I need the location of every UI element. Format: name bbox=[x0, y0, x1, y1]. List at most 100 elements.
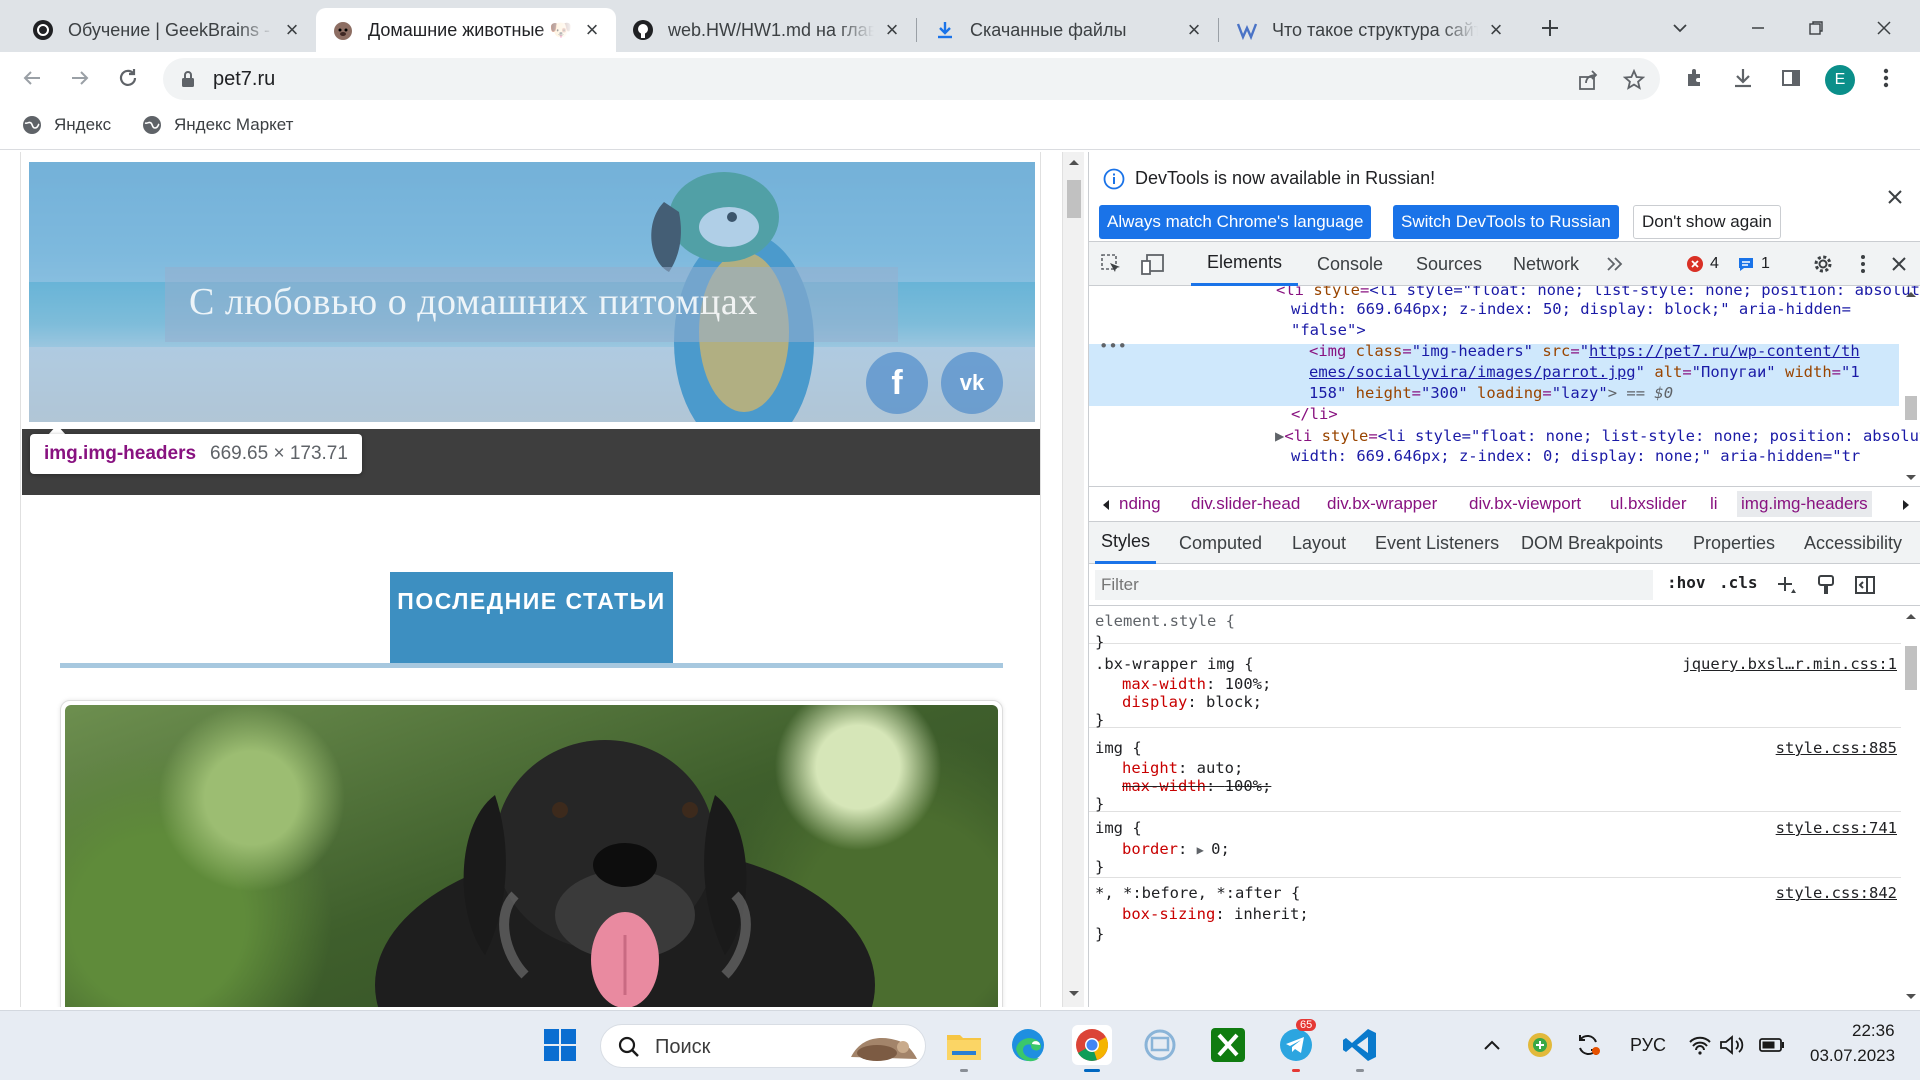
rule-selector[interactable]: element.style { bbox=[1095, 610, 1235, 632]
xbox-icon[interactable] bbox=[1208, 1025, 1248, 1065]
dont-show-again-button[interactable]: Don't show again bbox=[1633, 205, 1781, 239]
clock-time[interactable]: 22:36 bbox=[1852, 1021, 1895, 1041]
breadcrumb-item[interactable]: nding bbox=[1119, 494, 1161, 514]
tray-sync-icon[interactable] bbox=[1568, 1025, 1608, 1065]
subtab-properties[interactable]: Properties bbox=[1693, 522, 1775, 564]
device-toggle-icon[interactable] bbox=[1141, 252, 1165, 276]
restore-button[interactable] bbox=[1796, 8, 1836, 48]
elements-scrollbar[interactable] bbox=[1901, 286, 1920, 486]
tab-github[interactable]: web.HW/HW1.md на глав × bbox=[616, 8, 916, 52]
close-devtools-icon[interactable] bbox=[1887, 252, 1911, 276]
edge-browser-icon[interactable] bbox=[1008, 1025, 1048, 1065]
window-close-button[interactable] bbox=[1864, 8, 1904, 48]
color-format-icon[interactable] bbox=[1814, 573, 1838, 597]
scrollbar-thumb[interactable] bbox=[1905, 646, 1917, 690]
file-explorer-icon[interactable] bbox=[944, 1025, 984, 1065]
taskbar-search[interactable]: Поиск bbox=[600, 1024, 926, 1068]
volume-icon[interactable] bbox=[1712, 1025, 1752, 1065]
styles-scrollbar[interactable] bbox=[1901, 606, 1920, 1007]
subtab-styles[interactable]: Styles bbox=[1095, 522, 1157, 564]
style-rule[interactable]: *, *:before, *:after { style.css:842 box… bbox=[1089, 878, 1901, 958]
breadcrumb-item[interactable]: ul.bxslider bbox=[1610, 494, 1687, 514]
dom-line[interactable]: "false"> bbox=[1291, 320, 1366, 341]
inspect-element-icon[interactable] bbox=[1099, 252, 1123, 276]
share-icon[interactable] bbox=[1575, 67, 1601, 93]
rule-source-link[interactable]: style.css:741 bbox=[1776, 817, 1897, 839]
settings-gear-icon[interactable] bbox=[1811, 252, 1835, 276]
rule-selector[interactable]: .bx-wrapper img { bbox=[1095, 653, 1254, 675]
reload-button[interactable] bbox=[108, 58, 148, 98]
css-property-overridden[interactable]: max-width: 100%; bbox=[1122, 775, 1271, 797]
css-property[interactable]: box-sizing: inherit; bbox=[1122, 903, 1309, 925]
breadcrumb-item[interactable]: div.bx-viewport bbox=[1469, 494, 1581, 514]
chrome-browser-icon[interactable] bbox=[1072, 1025, 1112, 1065]
side-panel-button[interactable] bbox=[1773, 60, 1809, 96]
downloads-button[interactable] bbox=[1725, 60, 1761, 96]
close-icon[interactable]: × bbox=[882, 17, 902, 42]
bookmark-star-icon[interactable] bbox=[1621, 67, 1647, 93]
scroll-up-icon[interactable] bbox=[1905, 612, 1917, 620]
elements-dom-tree[interactable]: <li style=<li style="float: none; list-s… bbox=[1089, 286, 1920, 486]
css-property[interactable]: border: ▶ 0; bbox=[1122, 838, 1230, 861]
messages-badge[interactable]: 1 bbox=[1737, 252, 1770, 276]
scroll-up-icon[interactable] bbox=[1068, 158, 1080, 166]
rule-source-link[interactable]: style.css:885 bbox=[1776, 737, 1897, 759]
profile-avatar[interactable]: E bbox=[1825, 65, 1855, 95]
style-rule[interactable]: img { style.css:885 height: auto; max-wi… bbox=[1089, 728, 1901, 813]
scrollbar-thumb[interactable] bbox=[1905, 396, 1917, 420]
breadcrumb-item-selected[interactable]: img.img-headers bbox=[1737, 491, 1872, 517]
bookmark-yandex[interactable]: Яндекс bbox=[22, 115, 111, 135]
class-toggle[interactable]: .cls bbox=[1719, 573, 1758, 592]
dom-line[interactable]: </li> bbox=[1291, 404, 1338, 425]
subtab-event-listeners[interactable]: Event Listeners bbox=[1375, 522, 1499, 564]
breadcrumb-item[interactable]: li bbox=[1710, 494, 1718, 514]
rule-selector[interactable]: *, *:before, *:after { bbox=[1095, 882, 1300, 904]
scroll-down-icon[interactable] bbox=[1905, 993, 1917, 1001]
tab-network[interactable]: Network bbox=[1513, 242, 1579, 286]
breadcrumb-item[interactable]: div.slider-head bbox=[1191, 494, 1300, 514]
battery-icon[interactable] bbox=[1752, 1025, 1792, 1065]
style-rule[interactable]: element.style { } bbox=[1089, 606, 1901, 651]
facebook-icon[interactable]: f bbox=[866, 352, 928, 414]
telegram-icon[interactable]: 65 bbox=[1276, 1019, 1317, 1065]
back-button[interactable] bbox=[12, 58, 52, 98]
bookmark-yandex-market[interactable]: Яндекс Маркет bbox=[142, 115, 293, 135]
styles-pane[interactable]: element.style { } .bx-wrapper img { jque… bbox=[1089, 606, 1901, 1007]
dom-line-selected[interactable]: <img class="img-headers" src="https://pe… bbox=[1309, 341, 1860, 362]
close-icon[interactable]: × bbox=[1486, 17, 1506, 42]
vscode-icon[interactable] bbox=[1340, 1025, 1380, 1065]
subtab-computed[interactable]: Computed bbox=[1179, 522, 1262, 564]
menu-button[interactable] bbox=[1868, 60, 1904, 96]
page-scrollbar[interactable] bbox=[1062, 152, 1084, 1007]
close-icon[interactable]: × bbox=[582, 17, 602, 42]
subtab-layout[interactable]: Layout bbox=[1292, 522, 1346, 564]
tab-site-structure[interactable]: Что такое структура сайт × bbox=[1220, 8, 1520, 52]
subtab-accessibility[interactable]: Accessibility bbox=[1804, 522, 1902, 564]
scroll-down-icon[interactable] bbox=[1905, 474, 1917, 482]
toggle-sidebar-icon[interactable] bbox=[1853, 573, 1877, 597]
style-rule[interactable]: img { style.css:741 border: ▶ 0; } bbox=[1089, 812, 1901, 878]
dom-line[interactable]: width: 669.646px; z-index: 50; display: … bbox=[1291, 299, 1851, 320]
tab-pets[interactable]: Домашние животные 🐶 × bbox=[316, 8, 616, 52]
breadcrumb-scroll-left-icon[interactable] bbox=[1101, 499, 1111, 511]
dom-line[interactable]: width: 669.646px; z-index: 0; display: n… bbox=[1291, 446, 1860, 467]
address-bar[interactable]: pet7.ru bbox=[163, 58, 1660, 100]
dog-photo[interactable] bbox=[65, 705, 998, 1007]
styles-filter-input[interactable] bbox=[1095, 570, 1653, 600]
tab-elements[interactable]: Elements bbox=[1191, 242, 1299, 286]
article-card[interactable] bbox=[60, 700, 1003, 1007]
hover-state-toggle[interactable]: :hov bbox=[1667, 573, 1706, 592]
forward-button[interactable] bbox=[60, 58, 100, 98]
subtab-dom-breakpoints[interactable]: DOM Breakpoints bbox=[1521, 522, 1663, 564]
close-icon[interactable]: × bbox=[1184, 17, 1204, 42]
switch-to-russian-button[interactable]: Switch DevTools to Russian bbox=[1393, 205, 1619, 239]
url-text[interactable]: pet7.ru bbox=[213, 68, 275, 91]
rule-source-link[interactable]: style.css:842 bbox=[1776, 882, 1897, 904]
tab-geekbrains[interactable]: Обучение | GeekBrains - о × bbox=[16, 8, 316, 52]
remote-desktop-icon[interactable] bbox=[1140, 1025, 1180, 1065]
rule-selector[interactable]: img { bbox=[1095, 737, 1142, 759]
tab-search-button[interactable] bbox=[1660, 8, 1700, 48]
breadcrumb-scroll-right-icon[interactable] bbox=[1901, 499, 1911, 511]
vk-icon[interactable]: vk bbox=[941, 352, 1003, 414]
tray-overflow-chevron-icon[interactable] bbox=[1472, 1025, 1512, 1065]
